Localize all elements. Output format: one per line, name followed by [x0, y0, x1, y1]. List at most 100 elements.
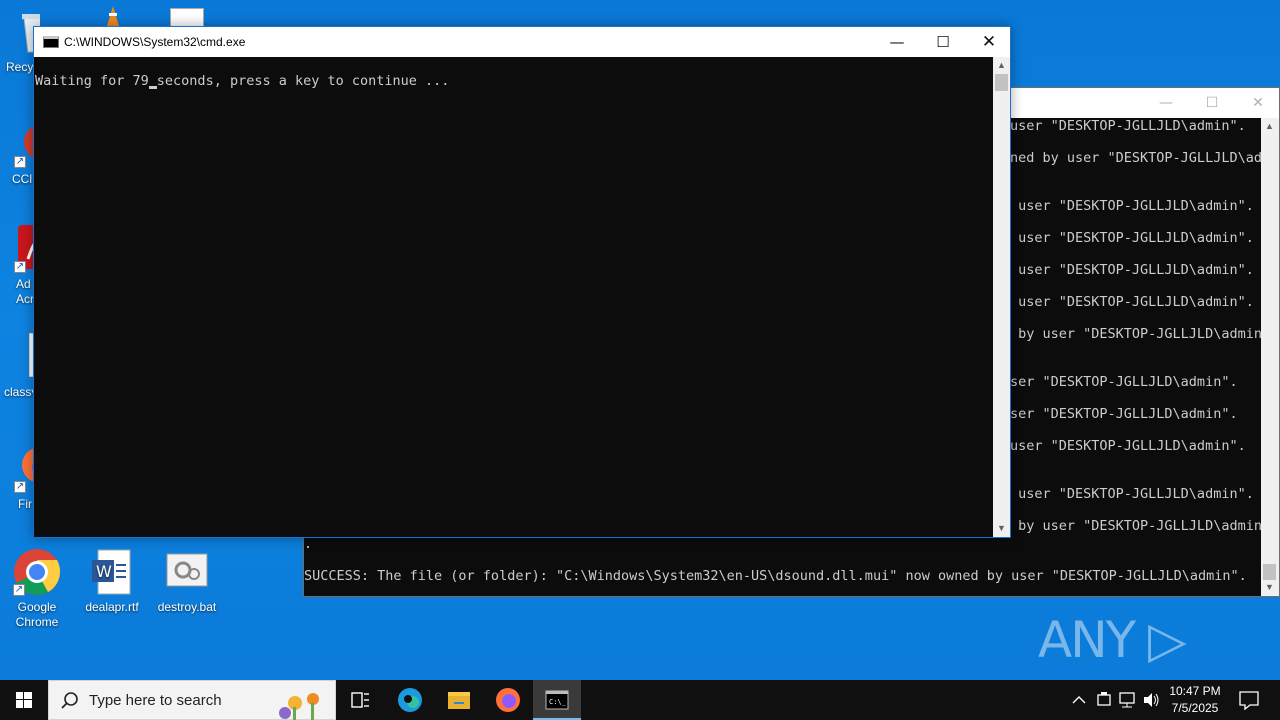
word-document-icon: W: [88, 548, 136, 596]
taskbar-edge-button[interactable]: [386, 680, 434, 720]
task-view-button[interactable]: [336, 680, 384, 720]
taskbar-firefox-button[interactable]: [484, 680, 532, 720]
console-line: user "DESKTOP-JGLLJLD\admin".: [1010, 198, 1254, 214]
tray-device-button[interactable]: [1092, 680, 1116, 720]
console-output-lines: . SUCCESS: The file (or folder): "C:\Win…: [304, 536, 1247, 584]
desktop-icon-dealapr-rtf[interactable]: W dealapr.rtf: [75, 548, 149, 615]
scroll-down-arrow-icon[interactable]: ▼: [993, 520, 1010, 537]
desktop-icon-label: Google Chrome: [15, 600, 59, 629]
task-view-icon: [351, 692, 369, 708]
cmd-titlebar[interactable]: C:\WINDOWS\System32\cmd.exe — ☐ ✕: [34, 27, 1010, 57]
background-console-scrollbar[interactable]: ▲ ▼: [1261, 118, 1279, 596]
scrollbar-thumb[interactable]: [995, 74, 1008, 91]
wait-prompt-text-end: seconds, press a key to continue ...: [156, 73, 450, 89]
desktop-icon-label: dealapr.rtf: [85, 600, 139, 614]
show-hidden-icons-button[interactable]: [1067, 680, 1091, 720]
anyrun-watermark: ANY ▷ RUN: [1038, 611, 1187, 720]
taskbar: Type here to search C:\_ 10:47 PM 7/5/20…: [0, 680, 1280, 720]
volume-button[interactable]: [1139, 680, 1163, 720]
document-icon-top[interactable]: [170, 8, 204, 28]
search-icon: [61, 692, 78, 709]
minimize-button[interactable]: —: [1143, 88, 1189, 118]
window-title: C:\WINDOWS\System32\cmd.exe: [64, 35, 246, 49]
svg-text:W: W: [96, 562, 112, 581]
close-button[interactable]: ✕: [966, 27, 1012, 57]
close-button[interactable]: ✕: [1235, 88, 1280, 118]
console-line: by user "DESKTOP-JGLLJLD\admin": [1010, 518, 1262, 534]
console-line: user "DESKTOP-JGLLJLD\admin".: [1010, 262, 1254, 278]
vlc-icon[interactable]: [103, 6, 123, 26]
network-button[interactable]: [1115, 680, 1139, 720]
desktop-icon-destroy-bat[interactable]: destroy.bat: [150, 548, 224, 615]
clock-date: 7/5/2025: [1171, 701, 1219, 715]
wait-prompt-line: Waiting for 79 seconds, press a key to co…: [35, 73, 449, 89]
console-line: ser "DESKTOP-JGLLJLD\admin".: [1010, 374, 1238, 390]
shortcut-arrow-icon: ↗: [14, 481, 26, 493]
shortcut-arrow-icon: ↗: [13, 584, 25, 596]
network-icon: [1119, 692, 1135, 708]
console-line: SUCCESS: The file (or folder): "C:\Windo…: [304, 568, 1247, 584]
scroll-down-arrow-icon[interactable]: ▼: [1261, 579, 1278, 596]
taskbar-file-explorer-button[interactable]: [435, 680, 483, 720]
start-button[interactable]: [0, 680, 48, 720]
scrollbar-thumb[interactable]: [1263, 564, 1276, 580]
search-placeholder: Type here to search: [89, 692, 222, 709]
speaker-icon: [1144, 693, 1159, 707]
console-line: user "DESKTOP-JGLLJLD\admin".: [1010, 438, 1246, 454]
cmd-scrollbar[interactable]: ▲ ▼: [993, 57, 1010, 537]
minimize-button[interactable]: —: [874, 27, 920, 57]
svg-text:C:\_: C:\_: [549, 698, 567, 706]
console-line: user "DESKTOP-JGLLJLD\admin".: [1010, 118, 1246, 134]
cmd-icon: C:\_: [545, 690, 569, 710]
chrome-icon: ↗: [13, 548, 61, 596]
console-line: by user "DESKTOP-JGLLJLD\admin": [1010, 326, 1262, 342]
console-output-lines: user "DESKTOP-JGLLJLD\admin". ned by use…: [1010, 118, 1262, 534]
maximize-button[interactable]: ☐: [1189, 88, 1235, 118]
taskbar-search-box[interactable]: Type here to search: [48, 680, 336, 720]
taskbar-cmd-button[interactable]: C:\_: [533, 680, 581, 720]
console-line: user "DESKTOP-JGLLJLD\admin".: [1010, 486, 1254, 502]
chevron-up-icon: [1072, 696, 1086, 704]
shortcut-arrow-icon: ↗: [14, 156, 26, 168]
cmd-icon: [43, 36, 59, 48]
clock[interactable]: 10:47 PM 7/5/2025: [1166, 680, 1224, 720]
action-center-button[interactable]: [1232, 680, 1280, 720]
background-console-bottom-output: . SUCCESS: The file (or folder): "C:\Win…: [304, 536, 1262, 596]
usb-device-icon: [1097, 692, 1111, 706]
console-line: ned by user "DESKTOP-JGLLJLD\ad: [1010, 150, 1262, 166]
clock-time: 10:47 PM: [1169, 684, 1221, 698]
batch-file-icon: [163, 548, 211, 596]
cmd-console-body[interactable]: Waiting for 79 seconds, press a key to co…: [34, 57, 993, 537]
scroll-up-arrow-icon[interactable]: ▲: [993, 57, 1010, 74]
desktop-icon-google-chrome[interactable]: ↗ Google Chrome: [0, 548, 74, 630]
firefox-icon: [496, 688, 520, 712]
shortcut-arrow-icon: ↗: [14, 261, 26, 273]
background-console-output: user "DESKTOP-JGLLJLD\admin". ned by use…: [1010, 118, 1262, 596]
maximize-button[interactable]: ☐: [920, 27, 966, 57]
scroll-up-arrow-icon[interactable]: ▲: [1261, 118, 1278, 135]
search-decoration-flowers-icon: [279, 693, 319, 720]
folder-icon: [448, 692, 470, 709]
wait-prompt-text: Waiting for 79: [35, 73, 149, 89]
desktop-icon-label: destroy.bat: [157, 600, 217, 614]
console-line: user "DESKTOP-JGLLJLD\admin".: [1010, 294, 1254, 310]
notification-icon: [1239, 691, 1259, 711]
cmd-window[interactable]: C:\WINDOWS\System32\cmd.exe — ☐ ✕ Waitin…: [33, 26, 1011, 538]
console-line: .: [304, 536, 313, 552]
console-line: ser "DESKTOP-JGLLJLD\admin".: [1010, 406, 1238, 422]
text-cursor: [148, 86, 157, 89]
